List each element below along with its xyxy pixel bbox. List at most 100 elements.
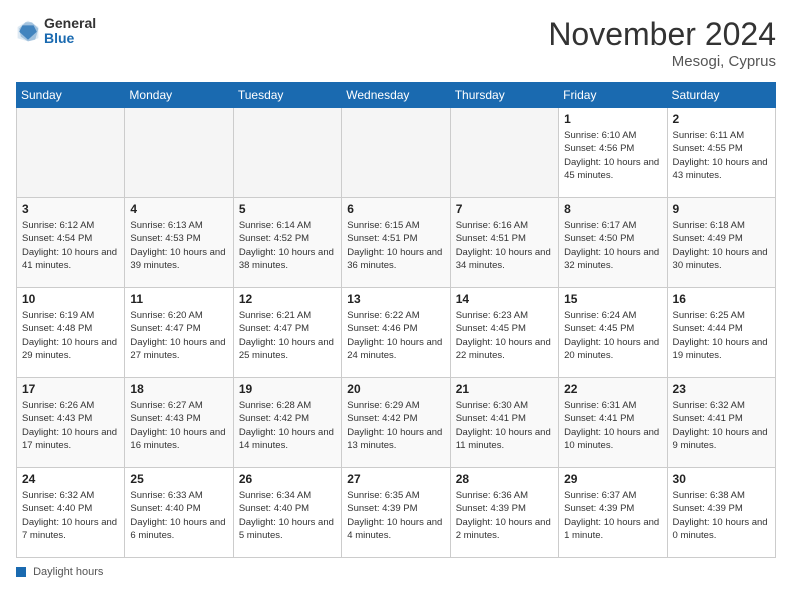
calendar-cell <box>125 108 233 198</box>
day-info: Sunrise: 6:31 AM Sunset: 4:41 PM Dayligh… <box>564 399 661 452</box>
calendar-cell: 5Sunrise: 6:14 AM Sunset: 4:52 PM Daylig… <box>233 198 341 288</box>
day-number: 24 <box>22 472 119 486</box>
day-number: 17 <box>22 382 119 396</box>
calendar-cell: 27Sunrise: 6:35 AM Sunset: 4:39 PM Dayli… <box>342 468 450 558</box>
footer-label: Daylight hours <box>33 566 103 578</box>
day-info: Sunrise: 6:30 AM Sunset: 4:41 PM Dayligh… <box>456 399 553 452</box>
calendar-cell: 25 Sunrise: 6:33 AM Sunset: 4:40 PM Dayli… <box>125 468 233 558</box>
day-number: 29 <box>564 472 661 486</box>
day-info: Sunrise: 6:17 AM Sunset: 4:50 PM Dayligh… <box>564 219 661 272</box>
day-info: Sunrise: 6:12 AM Sunset: 4:54 PM Dayligh… <box>22 219 119 272</box>
day-info: Sunrise: 6:33 AM Sunset: 4:40 PM Dayligh… <box>130 489 227 542</box>
day-info: Sunrise: 6:13 AM Sunset: 4:53 PM Dayligh… <box>130 219 227 272</box>
logo-text: General Blue <box>44 16 96 47</box>
location-text: Mesogi, Cyprus <box>548 53 776 70</box>
day-number: 7 <box>456 202 553 216</box>
col-header-thursday: Thursday <box>450 83 558 108</box>
calendar-cell: 18Sunrise: 6:27 AM Sunset: 4:43 PM Dayli… <box>125 378 233 468</box>
calendar-cell: 20 Sunrise: 6:29 AM Sunset: 4:42 PM Dayli… <box>342 378 450 468</box>
col-header-tuesday: Tuesday <box>233 83 341 108</box>
day-info: Sunrise: 6:26 AM Sunset: 4:43 PM Dayligh… <box>22 399 119 452</box>
calendar-cell: 14 Sunrise: 6:23 AM Sunset: 4:45 PM Dayli… <box>450 288 558 378</box>
day-number: 11 <box>130 292 227 306</box>
calendar-cell: 17 Sunrise: 6:26 AM Sunset: 4:43 PM Dayli… <box>17 378 125 468</box>
day-number: 14 <box>456 292 553 306</box>
calendar-cell: 24 Sunrise: 6:32 AM Sunset: 4:40 PM Dayli… <box>17 468 125 558</box>
calendar-header: SundayMondayTuesdayWednesdayThursdayFrid… <box>17 83 776 108</box>
calendar-cell: 3 Sunrise: 6:12 AM Sunset: 4:54 PM Daylig… <box>17 198 125 288</box>
col-header-sunday: Sunday <box>17 83 125 108</box>
day-number: 2 <box>673 112 770 126</box>
day-info: Sunrise: 6:19 AM Sunset: 4:48 PM Dayligh… <box>22 309 119 362</box>
day-number: 12 <box>239 292 336 306</box>
day-info: Sunrise: 6:24 AM Sunset: 4:45 PM Dayligh… <box>564 309 661 362</box>
calendar-cell: 29 Sunrise: 6:37 AM Sunset: 4:39 PM Dayli… <box>559 468 667 558</box>
day-number: 19 <box>239 382 336 396</box>
day-number: 4 <box>130 202 227 216</box>
month-title: November 2024 <box>548 16 776 53</box>
logo-general-text: General <box>44 16 96 31</box>
day-info: Sunrise: 6:20 AM Sunset: 4:47 PM Dayligh… <box>130 309 227 362</box>
day-info: Sunrise: 6:25 AM Sunset: 4:44 PM Dayligh… <box>673 309 770 362</box>
calendar-cell: 19Sunrise: 6:28 AM Sunset: 4:42 PM Dayli… <box>233 378 341 468</box>
day-number: 28 <box>456 472 553 486</box>
day-number: 21 <box>456 382 553 396</box>
day-number: 20 <box>347 382 444 396</box>
calendar-cell: 15 Sunrise: 6:24 AM Sunset: 4:45 PM Dayli… <box>559 288 667 378</box>
day-info: Sunrise: 6:14 AM Sunset: 4:52 PM Dayligh… <box>239 219 336 272</box>
calendar-cell: 16 Sunrise: 6:25 AM Sunset: 4:44 PM Dayli… <box>667 288 775 378</box>
col-header-saturday: Saturday <box>667 83 775 108</box>
day-number: 26 <box>239 472 336 486</box>
day-info: Sunrise: 6:23 AM Sunset: 4:45 PM Dayligh… <box>456 309 553 362</box>
footer: Daylight hours <box>16 566 776 578</box>
calendar-cell: 26 Sunrise: 6:34 AM Sunset: 4:40 PM Dayli… <box>233 468 341 558</box>
day-number: 18 <box>130 382 227 396</box>
day-info: Sunrise: 6:15 AM Sunset: 4:51 PM Dayligh… <box>347 219 444 272</box>
day-info: Sunrise: 6:32 AM Sunset: 4:41 PM Dayligh… <box>673 399 770 452</box>
col-header-wednesday: Wednesday <box>342 83 450 108</box>
calendar-cell: 8Sunrise: 6:17 AM Sunset: 4:50 PM Daylig… <box>559 198 667 288</box>
calendar-cell: 2Sunrise: 6:11 AM Sunset: 4:55 PM Daylig… <box>667 108 775 198</box>
header-row: SundayMondayTuesdayWednesdayThursdayFrid… <box>17 83 776 108</box>
day-number: 15 <box>564 292 661 306</box>
day-info: Sunrise: 6:37 AM Sunset: 4:39 PM Dayligh… <box>564 489 661 542</box>
calendar-body: 1Sunrise: 6:10 AM Sunset: 4:56 PM Daylig… <box>17 108 776 558</box>
logo-icon <box>16 19 40 43</box>
day-info: Sunrise: 6:36 AM Sunset: 4:39 PM Dayligh… <box>456 489 553 542</box>
calendar-cell: 6 Sunrise: 6:15 AM Sunset: 4:51 PM Daylig… <box>342 198 450 288</box>
calendar-cell <box>450 108 558 198</box>
day-info: Sunrise: 6:21 AM Sunset: 4:47 PM Dayligh… <box>239 309 336 362</box>
calendar-cell: 11 Sunrise: 6:20 AM Sunset: 4:47 PM Dayli… <box>125 288 233 378</box>
day-number: 10 <box>22 292 119 306</box>
day-info: Sunrise: 6:34 AM Sunset: 4:40 PM Dayligh… <box>239 489 336 542</box>
day-number: 16 <box>673 292 770 306</box>
calendar-week-1: 1Sunrise: 6:10 AM Sunset: 4:56 PM Daylig… <box>17 108 776 198</box>
calendar-cell: 12 Sunrise: 6:21 AM Sunset: 4:47 PM Dayli… <box>233 288 341 378</box>
day-info: Sunrise: 6:16 AM Sunset: 4:51 PM Dayligh… <box>456 219 553 272</box>
calendar-cell: 1Sunrise: 6:10 AM Sunset: 4:56 PM Daylig… <box>559 108 667 198</box>
col-header-friday: Friday <box>559 83 667 108</box>
calendar-week-3: 10 Sunrise: 6:19 AM Sunset: 4:48 PM Dayli… <box>17 288 776 378</box>
calendar-week-4: 17 Sunrise: 6:26 AM Sunset: 4:43 PM Dayli… <box>17 378 776 468</box>
day-info: Sunrise: 6:22 AM Sunset: 4:46 PM Dayligh… <box>347 309 444 362</box>
calendar-cell <box>233 108 341 198</box>
calendar-cell: 21 Sunrise: 6:30 AM Sunset: 4:41 PM Dayli… <box>450 378 558 468</box>
day-number: 25 <box>130 472 227 486</box>
day-number: 6 <box>347 202 444 216</box>
day-number: 30 <box>673 472 770 486</box>
day-info: Sunrise: 6:29 AM Sunset: 4:42 PM Dayligh… <box>347 399 444 452</box>
calendar-cell: 10 Sunrise: 6:19 AM Sunset: 4:48 PM Dayli… <box>17 288 125 378</box>
day-info: Sunrise: 6:38 AM Sunset: 4:39 PM Dayligh… <box>673 489 770 542</box>
calendar-week-5: 24 Sunrise: 6:32 AM Sunset: 4:40 PM Dayli… <box>17 468 776 558</box>
calendar-cell: 9Sunrise: 6:18 AM Sunset: 4:49 PM Daylig… <box>667 198 775 288</box>
day-number: 22 <box>564 382 661 396</box>
calendar-cell: 22 Sunrise: 6:31 AM Sunset: 4:41 PM Dayli… <box>559 378 667 468</box>
calendar-cell: 23Sunrise: 6:32 AM Sunset: 4:41 PM Dayli… <box>667 378 775 468</box>
calendar-table: SundayMondayTuesdayWednesdayThursdayFrid… <box>16 82 776 558</box>
day-number: 3 <box>22 202 119 216</box>
day-info: Sunrise: 6:18 AM Sunset: 4:49 PM Dayligh… <box>673 219 770 272</box>
calendar-cell: 30 Sunrise: 6:38 AM Sunset: 4:39 PM Dayli… <box>667 468 775 558</box>
day-number: 1 <box>564 112 661 126</box>
day-info: Sunrise: 6:32 AM Sunset: 4:40 PM Dayligh… <box>22 489 119 542</box>
calendar-cell <box>342 108 450 198</box>
